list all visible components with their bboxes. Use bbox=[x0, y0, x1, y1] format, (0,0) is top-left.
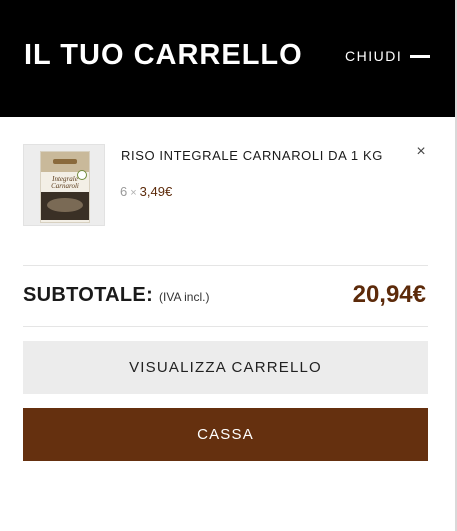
subtotal-amount: 20,94€ bbox=[352, 281, 426, 308]
checkout-button[interactable]: CASSA bbox=[23, 408, 428, 461]
item-quantity-price: 6 × 3,49€ bbox=[120, 184, 172, 199]
times-sign: × bbox=[130, 187, 137, 199]
cart-drawer: IL TUO CARRELLO CHIUDI Integrale Carnaro… bbox=[0, 0, 455, 531]
cart-header: IL TUO CARRELLO CHIUDI bbox=[0, 0, 455, 117]
divider bbox=[23, 326, 428, 327]
package-label: Integrale Carnaroli bbox=[51, 175, 79, 190]
subtotal-label: SUBTOTALE: bbox=[23, 284, 154, 306]
product-name-link[interactable]: RISO INTEGRALE CARNAROLI DA 1 KG bbox=[121, 148, 383, 163]
close-cart-button[interactable]: CHIUDI bbox=[345, 46, 431, 66]
divider bbox=[23, 265, 428, 266]
tax-note: (IVA incl.) bbox=[159, 290, 210, 304]
item-quantity: 6 bbox=[120, 184, 128, 199]
cart-item: Integrale Carnaroli RISO INTEGRALE CARNA… bbox=[23, 144, 433, 226]
dash-icon bbox=[410, 54, 431, 58]
rice-package-image: Integrale Carnaroli bbox=[40, 151, 90, 223]
item-unit-price: 3,49€ bbox=[139, 184, 173, 199]
product-thumbnail[interactable]: Integrale Carnaroli bbox=[23, 144, 105, 226]
remove-item-icon[interactable]: × bbox=[414, 144, 428, 160]
close-label: CHIUDI bbox=[345, 48, 403, 64]
cart-title: IL TUO CARRELLO bbox=[24, 39, 303, 71]
view-cart-button[interactable]: VISUALIZZA CARRELLO bbox=[23, 341, 428, 394]
